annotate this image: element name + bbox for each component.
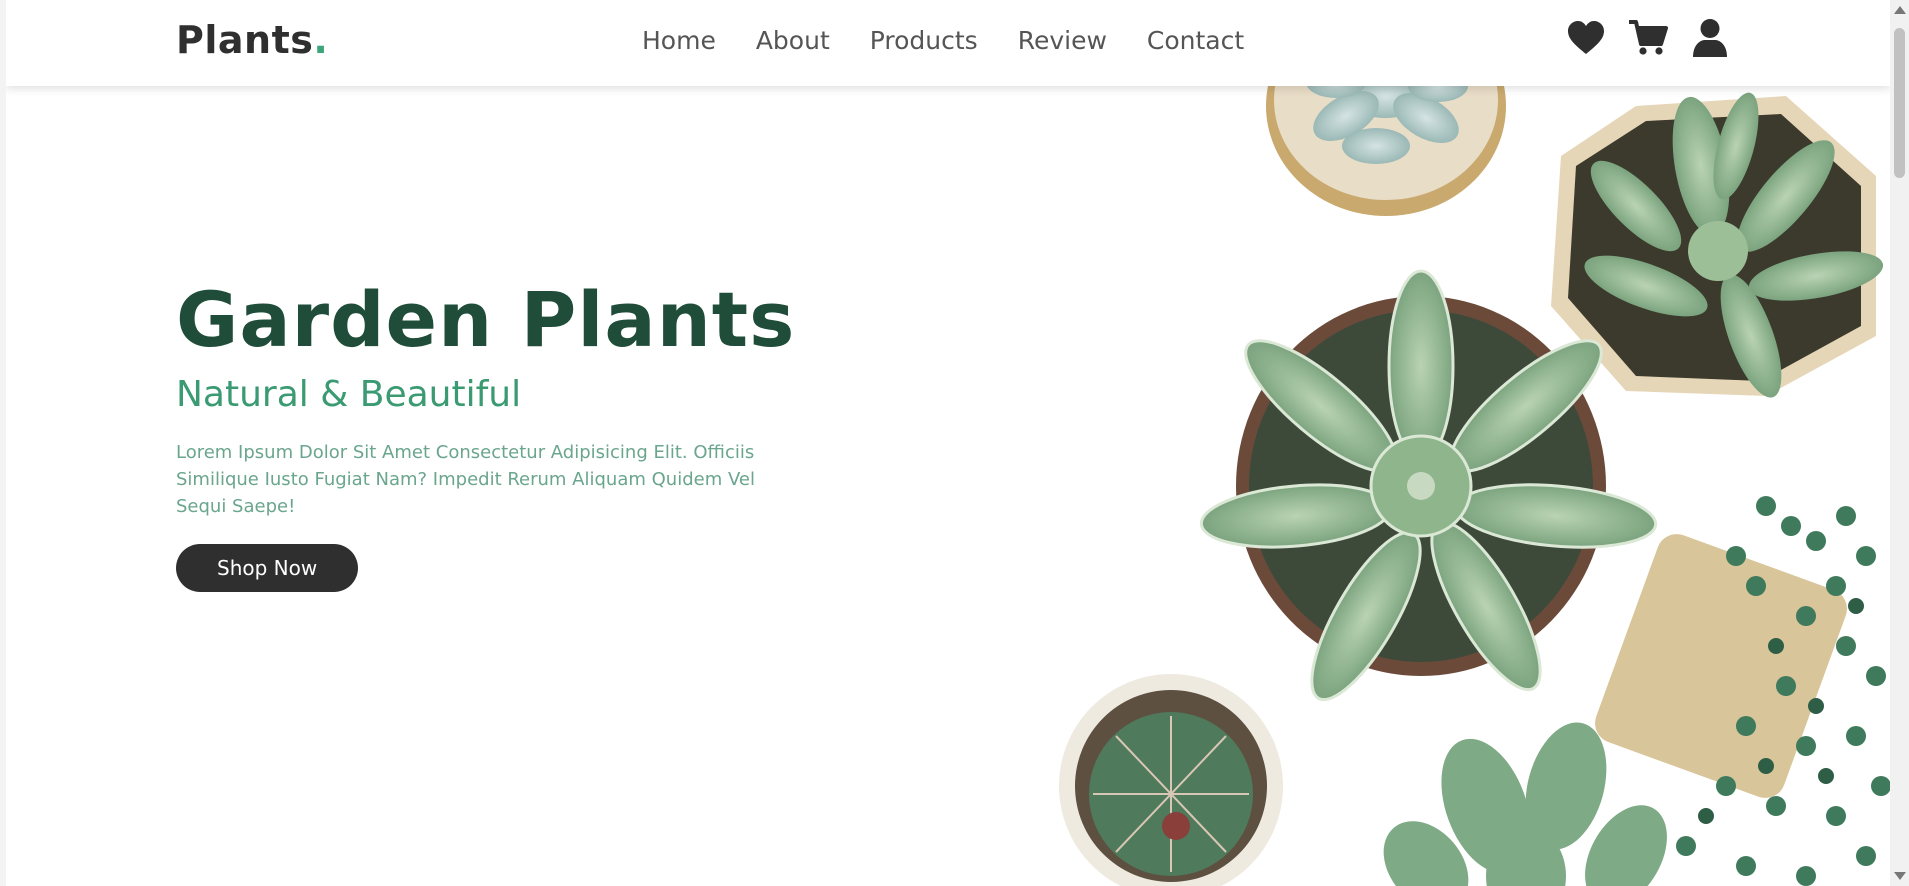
scroll-up-arrow[interactable]	[1894, 6, 1906, 14]
nav-products-link[interactable]: Products	[870, 26, 978, 55]
blue-succulent	[1266, 0, 1506, 216]
hero-plants-image	[1046, 0, 1890, 886]
hero-title: Garden Plants	[176, 275, 796, 364]
brand-name: Plants	[176, 18, 314, 62]
cactus-pot	[1059, 674, 1283, 886]
nav-contact-link[interactable]: Contact	[1147, 26, 1244, 55]
vertical-scrollbar[interactable]	[1890, 0, 1909, 886]
user-icon[interactable]	[1690, 18, 1730, 58]
hero-description: Lorem Ipsum Dolor Sit Amet Consectetur A…	[176, 442, 755, 517]
page: Plants. Home About Products Review Conta…	[6, 0, 1890, 886]
nav-review-link[interactable]: Review	[1018, 26, 1107, 55]
brand-dot: .	[313, 18, 329, 62]
nav-home-link[interactable]: Home	[642, 26, 716, 55]
header-icons	[1566, 18, 1730, 58]
hero-section: Garden Plants Natural & Beautiful Lorem …	[176, 282, 816, 592]
shop-now-button[interactable]: Shop Now	[176, 544, 359, 592]
hero-subtitle: Natural & Beautiful	[176, 374, 522, 415]
brand-logo[interactable]: Plants.	[176, 18, 328, 62]
main-nav: Home About Products Review Contact	[642, 26, 1284, 55]
heart-icon[interactable]	[1566, 18, 1606, 58]
site-header: Plants. Home About Products Review Conta…	[6, 0, 1890, 86]
cart-icon[interactable]	[1628, 18, 1668, 58]
scrollbar-thumb[interactable]	[1894, 28, 1905, 178]
nav-about-link[interactable]: About	[756, 26, 830, 55]
scroll-down-arrow[interactable]	[1894, 872, 1906, 880]
